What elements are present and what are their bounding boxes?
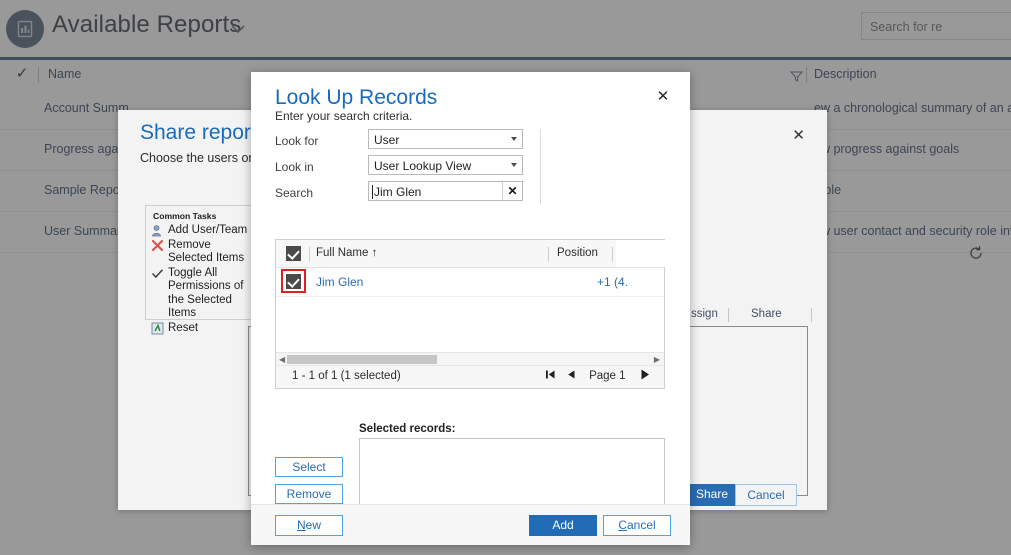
chevron-down-icon [511,163,517,167]
look-for-select[interactable]: User [368,129,523,149]
field-search: Search Jim Glen ✕ [275,181,540,207]
common-tasks-panel: Common Tasks Add User/Team Remove Select… [145,205,255,320]
close-icon[interactable]: ✕ [792,126,805,144]
user-add-icon [151,224,165,237]
field-label: Search [275,186,313,200]
record-count-label: 1 - 1 of 1 (1 selected) [292,370,401,382]
sort-ascending-icon: ↑ [372,247,378,259]
next-page-icon[interactable] [639,368,651,384]
scroll-right-icon[interactable]: ▶ [654,356,660,363]
refresh-icon [968,245,986,263]
chevron-down-icon [511,137,517,141]
share-button[interactable]: Share [681,484,743,506]
search-input[interactable]: Jim Glen ✕ [368,181,523,201]
look-in-select[interactable]: User Lookup View [368,155,523,175]
selected-records-box[interactable] [359,438,665,510]
common-task-label: Remove Selected Items [168,239,244,265]
new-button-label: ew [306,518,321,532]
row-full-name[interactable]: Jim Glen [316,275,363,289]
cancel-button-label: ancel [627,518,656,532]
clear-search-icon[interactable]: ✕ [502,182,522,200]
common-task-label: Reset [168,322,198,334]
prev-page-icon[interactable] [566,369,576,383]
common-task-reset[interactable]: Reset [151,322,249,336]
column-divider [309,247,310,262]
share-dialog-subtitle: Choose the users or te [140,151,266,165]
share-column-share[interactable]: Share [751,308,782,320]
cancel-button[interactable]: Cancel [603,515,671,536]
column-header-full-name[interactable]: Full Name ↑ [316,247,377,259]
page-number-label: Page 1 [589,370,625,382]
selected-records-label: Selected records: [359,423,456,435]
look-in-value: User Lookup View [374,159,471,173]
field-look-for: Look for User [275,129,540,155]
remove-button[interactable]: Remove [275,484,343,504]
red-x-icon [151,239,165,252]
common-task-toggle-all-permissions[interactable]: Toggle All Permissions of the Selected I… [151,267,249,321]
scrollbar-thumb[interactable] [287,355,437,364]
column-divider [612,247,613,262]
common-task-label: Add User/Team [168,224,247,236]
look-for-value: User [374,133,399,147]
select-button[interactable]: Select [275,457,343,477]
column-divider [728,308,729,322]
common-tasks-title: Common Tasks [153,211,249,221]
field-label: Look for [275,134,318,148]
share-column-assign[interactable]: ssign [691,308,718,320]
dialog-footer: New Add Cancel [251,504,690,545]
new-button[interactable]: New [275,515,343,536]
new-button-accel: N [297,518,306,532]
lookup-dialog-subtitle: Enter your search criteria. [275,109,412,123]
field-look-in: Look in User Lookup View [275,155,540,181]
table-row[interactable]: Jim Glen +1 (4. [276,268,664,297]
grid-pager: 1 - 1 of 1 (1 selected) Page 1 [276,365,664,388]
row-position: +1 (4. [597,275,628,289]
checkbox-highlight-box [281,269,306,293]
share-dialog-title: Share report [140,121,257,145]
column-header-position[interactable]: Position [557,247,598,259]
text-cursor [372,185,373,199]
add-button[interactable]: Add [529,515,597,536]
common-task-add-user-team[interactable]: Add User/Team [151,224,249,238]
share-cancel-button[interactable]: Cancel [735,484,797,506]
cancel-button-accel: C [618,518,627,532]
check-icon [151,267,165,280]
column-header-label: Full Name [316,247,368,259]
horizontal-scrollbar[interactable]: ◀ ▶ [276,352,664,365]
common-task-remove-selected-items[interactable]: Remove Selected Items [151,239,249,266]
close-icon[interactable]: ✕ [656,87,670,105]
grid-header-row: Full Name ↑ Position [276,240,664,268]
column-divider [811,308,812,322]
lookup-results-grid: Full Name ↑ Position Jim Glen +1 (4. [275,239,665,389]
common-task-label: Toggle All Permissions of the Selected I… [168,267,243,320]
lookup-records-dialog: Look Up Records Enter your search criter… [251,72,690,545]
lookup-dialog-title: Look Up Records [275,86,437,110]
field-label: Look in [275,160,314,174]
first-page-icon[interactable] [545,369,556,383]
select-all-checkbox[interactable] [286,246,301,261]
reset-icon [151,322,165,335]
pager-nav: Page 1 [542,368,654,386]
search-input-value: Jim Glen [374,184,421,200]
refresh-button[interactable] [616,240,665,267]
column-divider [548,247,549,262]
scroll-left-icon[interactable]: ◀ [279,356,285,363]
form-divider [540,129,541,204]
lookup-search-form: Look for User Look in User Lookup View S… [275,129,540,207]
